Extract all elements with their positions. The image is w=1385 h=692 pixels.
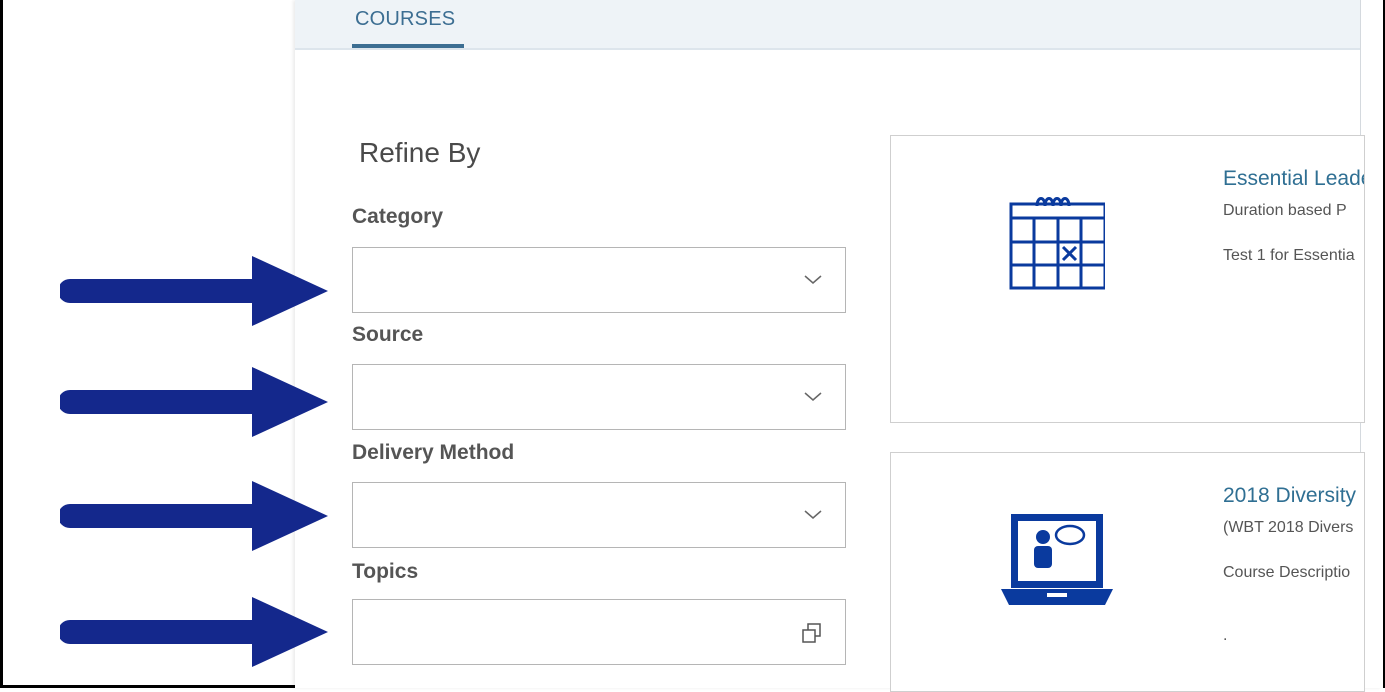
tab-courses[interactable]: COURSES [355, 8, 455, 31]
refine-by-title: Refine By [359, 137, 481, 168]
course-card[interactable]: 2018 Diversity (WBT 2018 Divers Course D… [890, 452, 1365, 692]
chevron-down-icon [804, 392, 822, 401]
calendar-icon [1009, 197, 1105, 290]
left-margin [6, 0, 298, 685]
course-description: Test 1 for Essentia [1223, 247, 1355, 264]
value-help-icon[interactable] [801, 622, 823, 644]
arrow-annotation [60, 481, 328, 551]
source-label: Source [352, 323, 424, 346]
chevron-down-icon [804, 275, 822, 284]
course-card[interactable]: Essential Leade Duration based P Test 1 … [890, 135, 1365, 423]
course-description-extra: . [1223, 627, 1228, 644]
delivery-method-label: Delivery Method [352, 441, 515, 464]
topics-input[interactable] [352, 599, 846, 665]
topics-label: Topics [352, 560, 419, 583]
delivery-method-select[interactable] [352, 482, 846, 548]
course-type: Duration based P [1223, 202, 1347, 219]
course-description: Course Descriptio [1223, 564, 1351, 581]
course-type: (WBT 2018 Divers [1223, 519, 1354, 536]
arrow-annotation [60, 256, 328, 326]
tab-active-indicator [352, 44, 464, 48]
category-label: Category [352, 205, 444, 228]
arrow-annotation [60, 597, 328, 667]
laptop-presentation-icon [1001, 514, 1113, 605]
source-select[interactable] [352, 364, 846, 430]
course-title-link[interactable]: 2018 Diversity [1223, 484, 1356, 508]
category-select[interactable] [352, 247, 846, 313]
chevron-down-icon [804, 510, 822, 519]
arrow-annotation [60, 367, 328, 437]
course-title-link[interactable]: Essential Leade [1223, 167, 1364, 191]
